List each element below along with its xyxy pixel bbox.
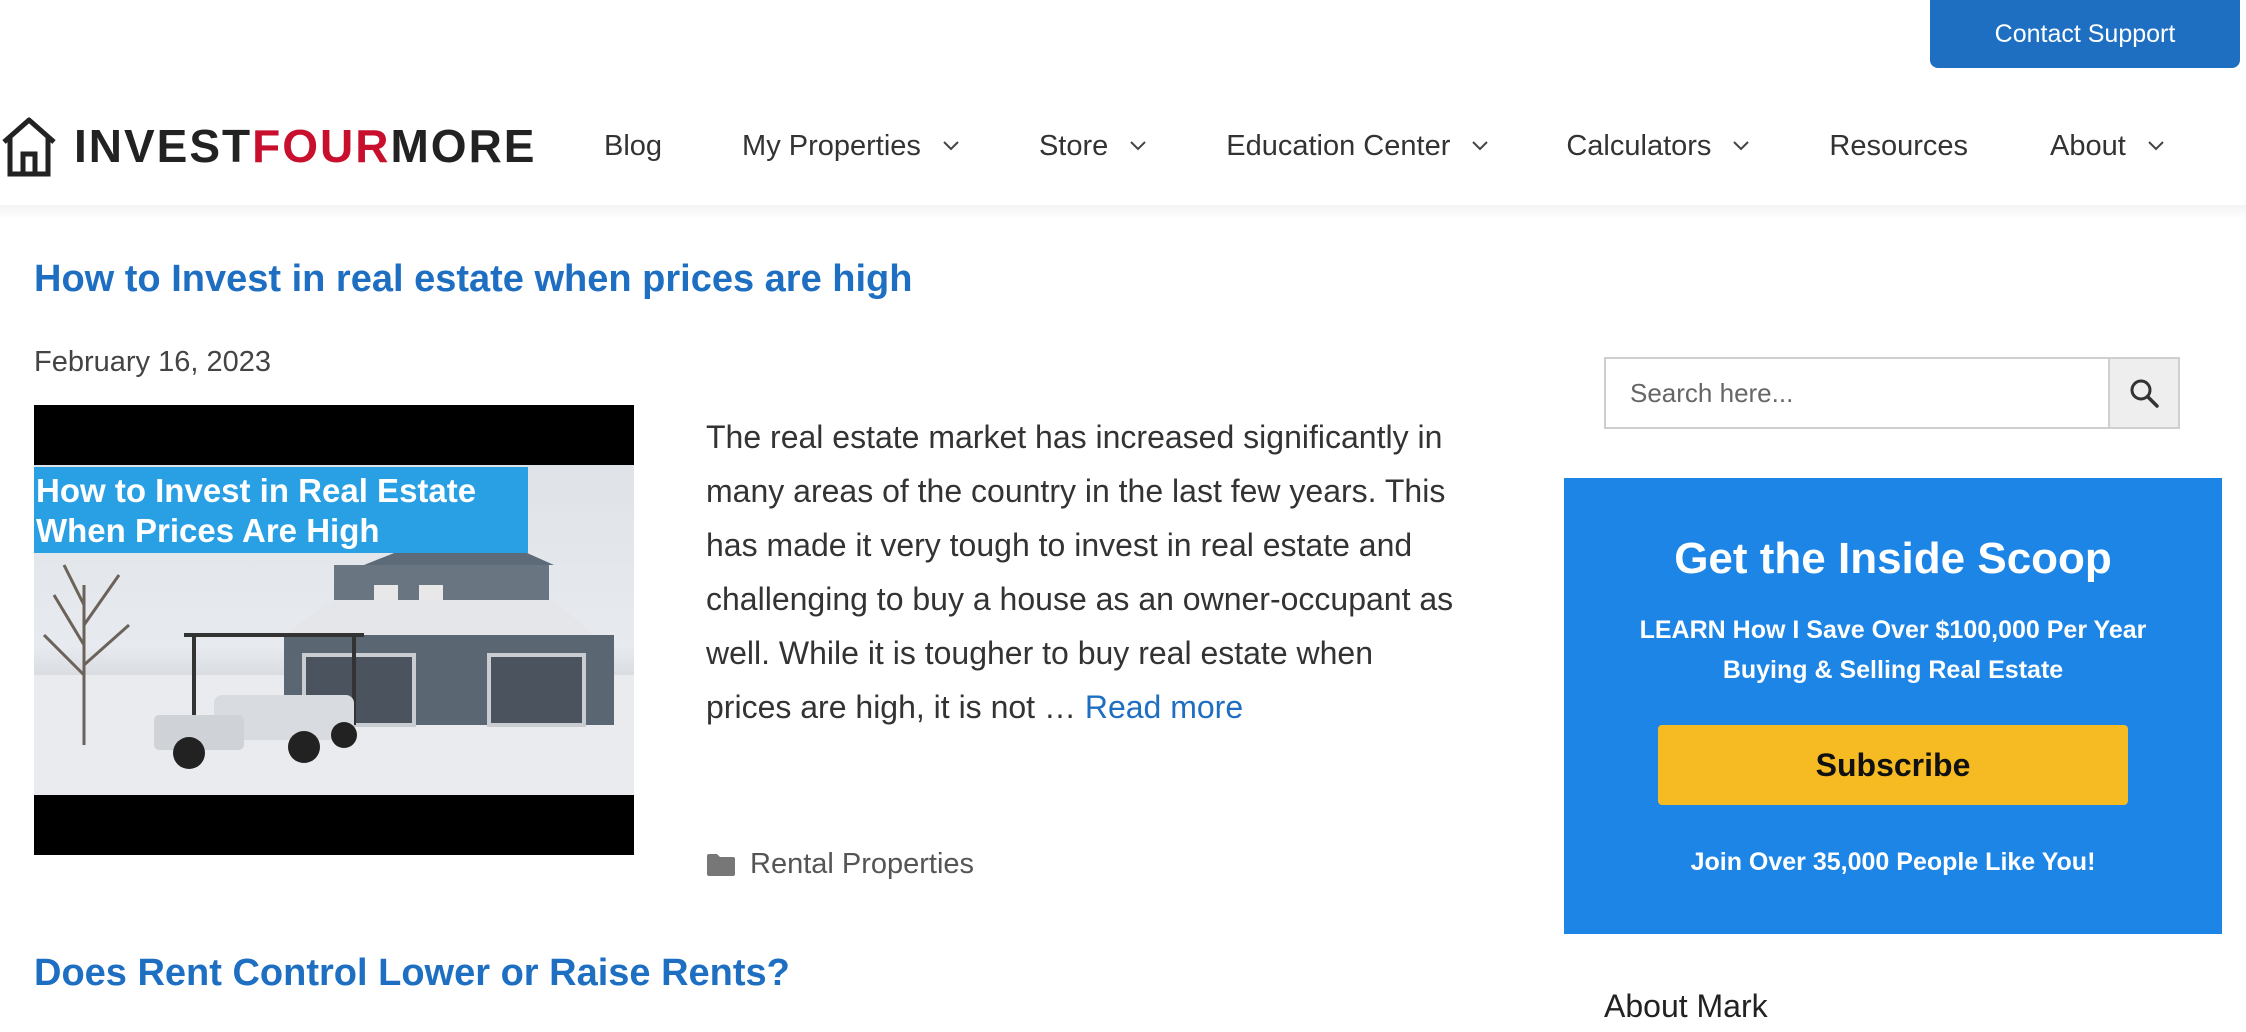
site-logo[interactable]: INVESTFOURMORE <box>0 114 536 178</box>
header-divider <box>0 205 2246 219</box>
nav-item-store[interactable]: Store <box>1039 130 1146 163</box>
newsletter-subtitle: LEARN How I Save Over $100,000 Per Year … <box>1639 616 2147 684</box>
nav-item-my-properties[interactable]: My Properties <box>742 130 959 163</box>
chevron-down-icon <box>1733 141 1750 151</box>
search-icon <box>2130 379 2159 408</box>
chevron-down-icon <box>943 141 959 151</box>
main-nav: Blog My Properties Store Education Cente… <box>604 120 2164 172</box>
post-excerpt: The real estate market has increased sig… <box>706 419 1454 725</box>
chevron-down-icon <box>1130 141 1146 151</box>
chevron-down-icon <box>1472 141 1489 151</box>
house-icon <box>2 117 56 177</box>
newsletter-footer: Join Over 35,000 People Like You! <box>1690 848 2096 876</box>
subscribe-button[interactable]: Subscribe <box>1658 725 2128 805</box>
nav-item-education-center[interactable]: Education Center <box>1226 130 1489 163</box>
newsletter-title: Get the Inside Scoop <box>1674 534 2112 583</box>
nav-item-resources[interactable]: Resources <box>1829 130 1968 163</box>
post-thumbnail[interactable]: How to Invest in Real Estate When Prices… <box>34 405 634 855</box>
chevron-down-icon <box>2148 141 2164 151</box>
about-heading: About Mark <box>1604 988 1768 1024</box>
search-button[interactable] <box>2108 359 2178 427</box>
post-title-link[interactable]: How to Invest in real estate when prices… <box>34 258 912 301</box>
nav-item-calculators[interactable]: Calculators <box>1566 130 1750 163</box>
newsletter-widget: Get the Inside Scoop LEARN How I Save Ov… <box>1564 478 2222 934</box>
nav-item-about[interactable]: About <box>2050 130 2164 163</box>
nav-item-blog[interactable]: Blog <box>604 130 662 163</box>
contact-support-button[interactable]: Contact Support <box>1930 0 2240 68</box>
post-date: February 16, 2023 <box>34 346 271 378</box>
search-form <box>1604 357 2180 429</box>
read-more-link[interactable]: Read more <box>1085 689 1243 725</box>
logo-text: INVESTFOURMORE <box>74 120 537 172</box>
post-category[interactable]: Rental Properties <box>706 848 974 881</box>
thumbnail-caption: How to Invest in Real Estate When Prices… <box>34 467 528 553</box>
site-header: INVESTFOURMORE Blog My Properties Store … <box>0 100 2246 192</box>
folder-icon <box>707 853 735 876</box>
post-title-link[interactable]: Does Rent Control Lower or Raise Rents? <box>34 952 790 995</box>
search-input[interactable] <box>1606 359 2108 427</box>
